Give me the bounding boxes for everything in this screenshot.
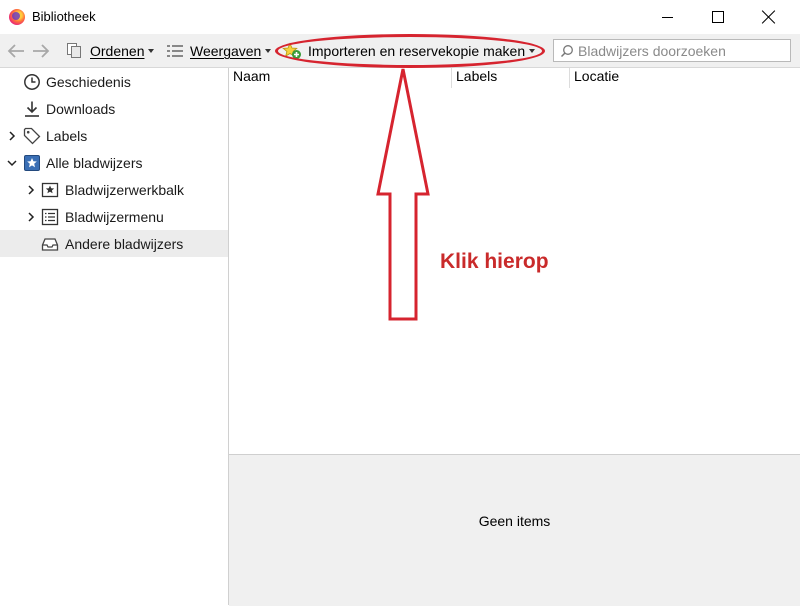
sidebar-item-all-bookmarks[interactable]: Alle bladwijzers xyxy=(0,149,228,176)
back-button[interactable] xyxy=(5,41,27,61)
column-header-labels[interactable]: Labels xyxy=(451,68,569,88)
tag-icon xyxy=(23,127,41,145)
import-star-icon xyxy=(282,42,301,59)
sidebar-item-bookmarks-menu[interactable]: Bladwijzermenu xyxy=(0,203,228,230)
sidebar-item-label: Geschiedenis xyxy=(46,73,131,90)
chevron-down-icon xyxy=(148,49,155,53)
toolbar: Ordenen Weergaven Importeren en reservek… xyxy=(0,34,800,68)
bookmark-menu-icon xyxy=(41,208,59,226)
list-view-icon xyxy=(167,45,183,57)
sidebar-item-label: Alle bladwijzers xyxy=(46,154,143,171)
window-title: Bibliotheek xyxy=(32,9,96,24)
chevron-down-icon xyxy=(529,49,536,53)
sidebar-item-downloads[interactable]: Downloads xyxy=(0,95,228,122)
empty-state-text: Geen items xyxy=(478,513,551,529)
clock-icon xyxy=(23,73,41,91)
sidebar-item-label: Bladwijzerwerkbalk xyxy=(65,181,185,198)
sidebar-item-label: Bladwijzermenu xyxy=(65,208,164,225)
title-bar: Bibliotheek xyxy=(0,0,800,34)
maximize-icon xyxy=(712,11,724,23)
column-header-location[interactable]: Locatie xyxy=(569,68,800,88)
chevron-down-icon[interactable] xyxy=(7,158,17,168)
views-button[interactable]: Weergaven xyxy=(166,39,272,63)
annotation-text: Klik hierop xyxy=(440,250,549,273)
minimize-button[interactable] xyxy=(644,0,690,34)
chevron-right-icon[interactable] xyxy=(7,130,17,141)
organize-label: Ordenen xyxy=(90,43,145,59)
sidebar-item-history[interactable]: Geschiedenis xyxy=(0,68,228,95)
minimize-icon xyxy=(661,16,673,18)
sidebar-item-label: Labels xyxy=(46,127,88,144)
chevron-right-icon[interactable] xyxy=(26,211,36,222)
sidebar-item-labels[interactable]: Labels xyxy=(0,122,228,149)
search-icon xyxy=(560,45,573,58)
download-icon xyxy=(23,100,41,118)
sidebar-item-label: Andere bladwijzers xyxy=(65,235,184,252)
organize-button[interactable]: Ordenen xyxy=(66,39,155,63)
sidebar-item-label: Downloads xyxy=(46,100,116,117)
details-pane: Geen items xyxy=(229,454,800,606)
bookmark-toolbar-icon xyxy=(41,181,59,199)
maximize-button[interactable] xyxy=(695,0,741,34)
close-icon xyxy=(762,10,776,24)
chevron-down-icon xyxy=(265,49,272,53)
sidebar-item-bookmarks-toolbar[interactable]: Bladwijzerwerkbalk xyxy=(0,176,228,203)
arrow-right-icon xyxy=(33,44,50,58)
import-backup-button[interactable]: Importeren en reservekopie maken xyxy=(282,39,536,63)
chevron-right-icon[interactable] xyxy=(26,184,36,195)
organize-icon xyxy=(67,43,81,58)
forward-button[interactable] xyxy=(30,41,52,61)
close-button[interactable] xyxy=(746,0,792,34)
search-box[interactable] xyxy=(553,39,791,62)
sidebar-item-other-bookmarks[interactable]: Andere bladwijzers xyxy=(0,230,228,257)
bookmarks-star-icon xyxy=(23,154,41,172)
search-input[interactable] xyxy=(578,42,786,59)
inbox-tray-icon xyxy=(41,235,59,253)
column-header-name[interactable]: Naam xyxy=(229,68,451,88)
views-label: Weergaven xyxy=(190,43,262,59)
arrow-left-icon xyxy=(7,44,24,58)
firefox-logo-icon xyxy=(9,9,25,25)
sidebar-tree: Geschiedenis Downloads Labels Alle bladw… xyxy=(0,68,229,605)
import-backup-label: Importeren en reservekopie maken xyxy=(308,43,526,59)
